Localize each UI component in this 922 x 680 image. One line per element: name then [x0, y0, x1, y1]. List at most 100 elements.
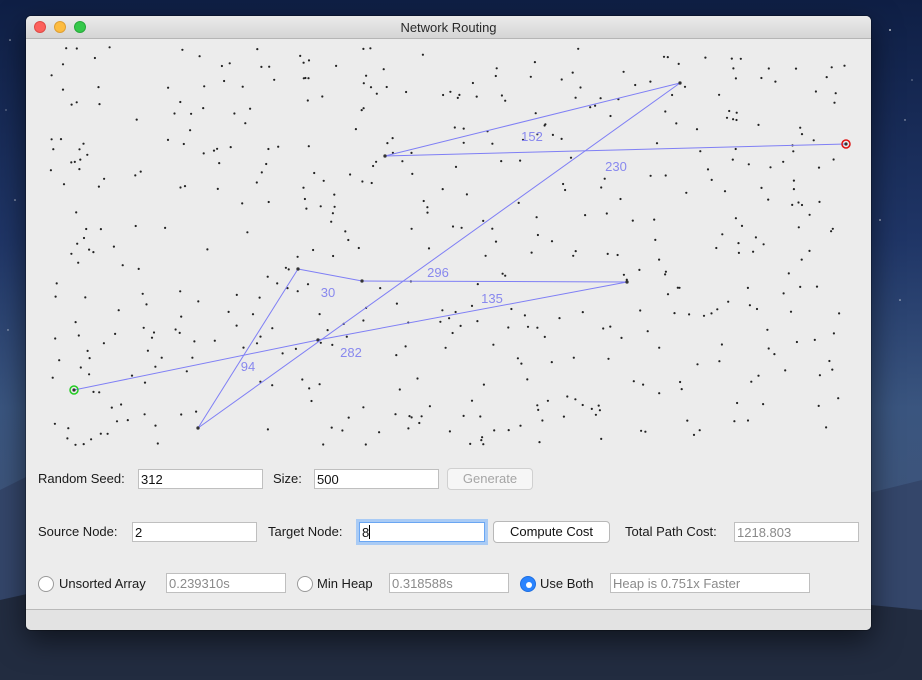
graph-node [349, 173, 352, 176]
graph-node [679, 380, 682, 384]
compute-cost-button[interactable]: Compute Cost [493, 521, 610, 543]
graph-node [730, 57, 733, 60]
graph-node [251, 313, 255, 316]
graph-node [137, 267, 140, 270]
graph-node [306, 283, 310, 286]
target-node-input[interactable]: 8 [359, 522, 485, 542]
graph-node [79, 366, 82, 369]
graph-node [574, 398, 577, 401]
graph-node [454, 165, 458, 168]
graph-node [736, 401, 739, 405]
network-graph[interactable]: 152 230 296 30 135 282 94 [26, 39, 871, 451]
unsorted-array-label[interactable]: Unsorted Array [59, 576, 146, 591]
graph-node [180, 315, 183, 318]
graph-node [266, 428, 269, 431]
graph-node [160, 356, 163, 359]
graph-node [439, 320, 442, 323]
graph-node [767, 347, 770, 350]
graph-node [685, 191, 688, 194]
graph-node [571, 71, 574, 74]
graph-node [680, 388, 683, 391]
min-heap-label[interactable]: Min Heap [317, 576, 373, 591]
graph-node [491, 142, 494, 145]
edge-weight-label: 296 [427, 265, 449, 280]
graph-node [815, 285, 819, 288]
graph-node [202, 107, 205, 110]
graph-node [405, 90, 408, 94]
graph-node [212, 149, 216, 152]
graph-node [427, 247, 431, 250]
graph-node [678, 286, 681, 289]
graph-node [333, 193, 336, 196]
graph-node [838, 312, 841, 315]
graph-node [572, 254, 575, 257]
graph-node [395, 302, 398, 305]
graph-node [465, 193, 468, 196]
graph-node [332, 254, 335, 258]
graph-node [150, 336, 154, 339]
graph-node [733, 420, 736, 423]
graph-node [662, 55, 666, 58]
source-node-input[interactable]: 2 [132, 522, 257, 542]
graph-node [715, 246, 718, 250]
graph-node [735, 118, 738, 122]
graph-node [126, 419, 129, 422]
graph-node [622, 273, 626, 276]
use-both-radio[interactable] [520, 576, 536, 592]
graph-node [602, 327, 605, 330]
graph-node [574, 96, 577, 99]
graph-node [710, 178, 713, 181]
graph-node [493, 429, 496, 432]
graph-node [675, 122, 678, 125]
graph-node [154, 424, 157, 427]
graph-node [369, 86, 373, 89]
graph-node [482, 443, 485, 446]
graph-node [421, 53, 424, 56]
path-edge [73, 339, 319, 391]
graph-node [767, 198, 770, 201]
graph-node [723, 190, 727, 193]
graph-node [600, 186, 603, 189]
edge-weight-label: 230 [605, 159, 627, 174]
graph-node [535, 216, 538, 219]
graph-node [622, 70, 625, 73]
graph-node [65, 47, 68, 50]
graph-node [99, 432, 102, 435]
graph-node [218, 162, 221, 165]
graph-node [174, 328, 177, 331]
graph-node [90, 438, 93, 441]
graph-node [375, 160, 378, 163]
graph-node [268, 65, 271, 68]
graph-node [364, 443, 367, 446]
graph-node [98, 103, 101, 106]
graph-node [491, 227, 494, 230]
graph-node [666, 56, 669, 59]
graph-node [301, 378, 304, 381]
graph-node [299, 54, 302, 57]
graph-node [664, 270, 668, 273]
graph-node [50, 138, 53, 141]
unsorted-array-radio[interactable] [38, 576, 54, 592]
graph-node [407, 427, 410, 430]
graph-node [519, 424, 522, 427]
random-seed-input[interactable]: 312 [138, 469, 263, 489]
size-input[interactable]: 500 [314, 469, 439, 489]
graph-node [718, 93, 721, 96]
total-path-cost-field: 1218.803 [734, 522, 859, 542]
graph-node [747, 163, 750, 166]
edge-weight-label: 94 [241, 359, 255, 374]
graph-node [453, 126, 456, 129]
min-heap-radio[interactable] [297, 576, 313, 592]
graph-node [401, 160, 404, 163]
graph-node [303, 197, 306, 201]
path-node [360, 279, 364, 283]
generate-button[interactable]: Generate [447, 468, 533, 490]
graph-node [92, 390, 95, 393]
graph-node [134, 174, 137, 177]
graph-node [441, 309, 444, 312]
graph-node [79, 158, 82, 161]
graph-node [97, 185, 100, 188]
graph-node [808, 213, 811, 216]
use-both-label[interactable]: Use Both [540, 576, 593, 591]
graph-node [354, 128, 357, 131]
